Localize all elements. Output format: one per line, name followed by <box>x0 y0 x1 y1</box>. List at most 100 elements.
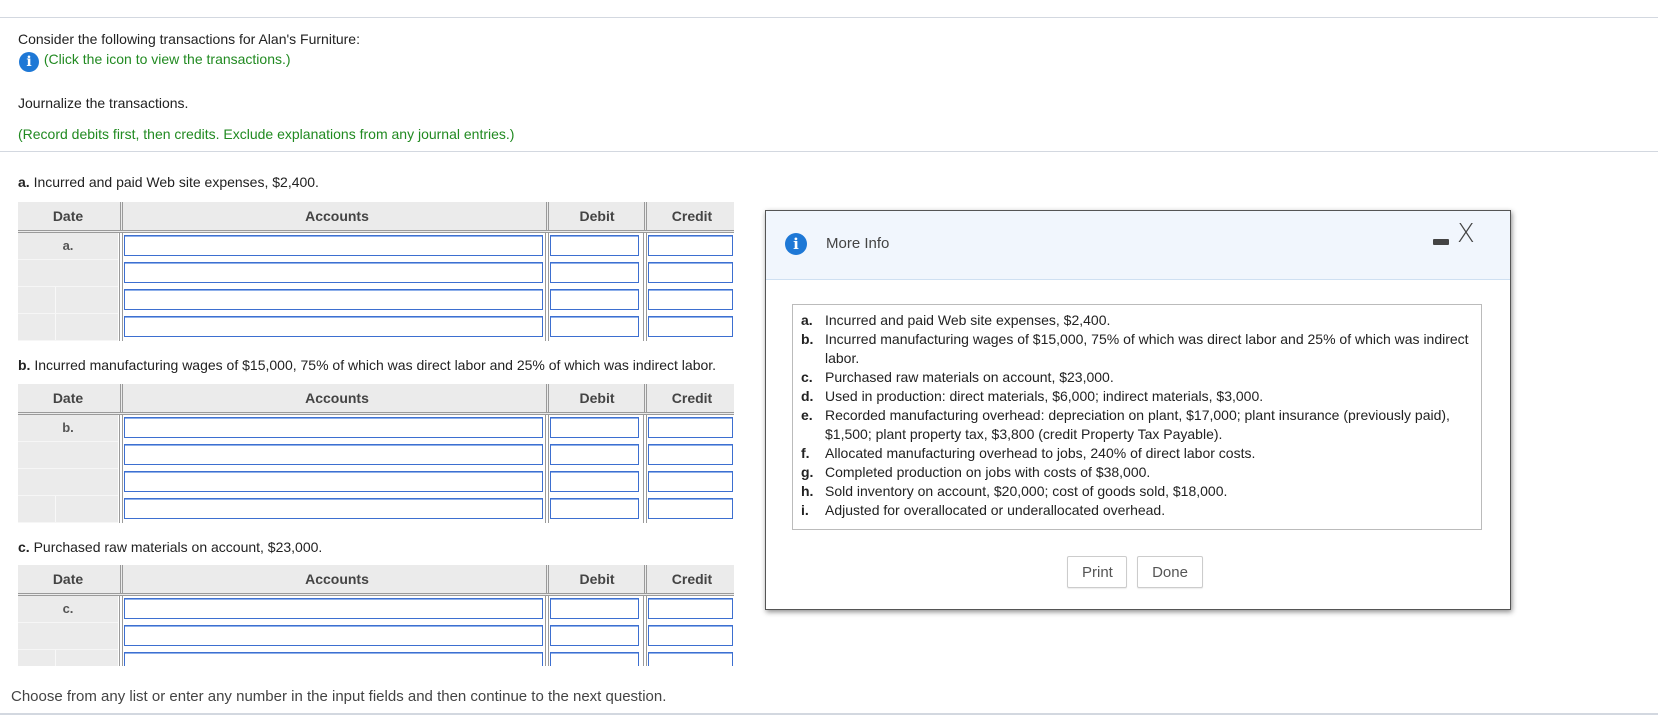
transaction-text: Purchased raw materials on account, $23,… <box>33 539 323 555</box>
item-text: Recorded manufacturing overhead: depreci… <box>825 407 1450 442</box>
account-input[interactable] <box>124 444 543 465</box>
transaction-label: a. <box>18 174 30 190</box>
item-text: Completed production on jobs with costs … <box>825 464 1151 480</box>
done-button[interactable]: Done <box>1137 556 1203 588</box>
account-input[interactable] <box>124 316 543 337</box>
info-link-row: i (Click the icon to view the transactio… <box>19 51 291 72</box>
date-cell: b. <box>18 415 118 442</box>
item-text: Used in production: direct materials, $6… <box>825 388 1264 404</box>
item-label: f. <box>801 445 810 461</box>
list-item: i. Adjusted for overallocated or underall… <box>801 501 1473 520</box>
debit-input[interactable] <box>550 625 639 646</box>
debit-input[interactable] <box>550 652 639 666</box>
account-input[interactable] <box>124 625 543 646</box>
credit-input[interactable] <box>648 262 733 283</box>
table-row <box>18 623 734 650</box>
transaction-text: Incurred manufacturing wages of $15,000,… <box>34 357 717 373</box>
debit-input[interactable] <box>550 316 639 337</box>
date-cell: a. <box>18 233 118 260</box>
credit-input[interactable] <box>648 471 733 492</box>
table-header: Date Accounts Debit Credit <box>18 384 734 415</box>
date-cell <box>18 260 118 287</box>
debit-input[interactable] <box>550 498 639 519</box>
header-date: Date <box>52 390 84 406</box>
instruction-text: Journalize the transactions. <box>18 95 189 111</box>
header-debit: Debit <box>546 202 645 230</box>
header-debit: Debit <box>546 384 645 412</box>
debit-input[interactable] <box>550 444 639 465</box>
header-debit: Debit <box>546 565 645 593</box>
debit-input[interactable] <box>550 262 639 283</box>
credit-input[interactable] <box>648 235 733 256</box>
account-input[interactable] <box>124 471 543 492</box>
date-cell <box>18 650 118 666</box>
header-date: Date <box>52 208 84 224</box>
list-item: h. Sold inventory on account, $20,000; co… <box>801 482 1473 501</box>
table-row <box>18 650 734 666</box>
debit-input[interactable] <box>550 471 639 492</box>
item-label: i. <box>801 502 809 518</box>
table-row <box>18 496 734 523</box>
footer-instruction: Choose from any list or enter any number… <box>11 688 667 705</box>
item-text: Incurred manufacturing wages of $15,000,… <box>825 331 1469 366</box>
credit-input[interactable] <box>648 598 733 619</box>
header-credit: Credit <box>644 565 734 593</box>
account-input[interactable] <box>124 262 543 283</box>
credit-input[interactable] <box>648 417 733 438</box>
table-row <box>18 442 734 469</box>
item-label: b. <box>801 331 814 347</box>
item-text: Adjusted for overallocated or underalloc… <box>825 502 1166 518</box>
list-item: c. Purchased raw materials on account, $2… <box>801 368 1473 387</box>
account-input[interactable] <box>124 417 543 438</box>
transaction-text: Incurred and paid Web site expenses, $2,… <box>33 174 319 190</box>
item-text: Purchased raw materials on account, $23,… <box>825 369 1114 385</box>
credit-input[interactable] <box>648 652 733 666</box>
item-label: h. <box>801 483 814 499</box>
debit-input[interactable] <box>550 289 639 310</box>
item-label: a. <box>801 312 813 328</box>
account-input[interactable] <box>124 289 543 310</box>
account-input[interactable] <box>124 498 543 519</box>
table-row: c. <box>18 596 734 623</box>
date-cell <box>18 469 118 496</box>
transaction-b-description: b. Incurred manufacturing wages of $15,0… <box>18 357 716 373</box>
list-item: e. Recorded manufacturing overhead: depre… <box>801 406 1473 444</box>
minimize-icon[interactable] <box>1433 239 1449 245</box>
info-icon[interactable]: i <box>19 52 39 72</box>
top-divider <box>0 17 1658 18</box>
header-credit: Credit <box>644 384 737 412</box>
debit-input[interactable] <box>550 417 639 438</box>
list-item: f. Allocated manufacturing overhead to jo… <box>801 444 1473 463</box>
credit-input[interactable] <box>648 444 733 465</box>
record-hint: (Record debits first, then credits. Excl… <box>18 126 515 142</box>
list-item: g. Completed production on jobs with cost… <box>801 463 1473 482</box>
account-input[interactable] <box>124 598 543 619</box>
table-row <box>18 314 734 341</box>
table-row <box>18 287 734 314</box>
credit-input[interactable] <box>648 316 733 337</box>
debit-input[interactable] <box>550 235 639 256</box>
account-input[interactable] <box>124 652 543 666</box>
date-cell: c. <box>18 596 118 623</box>
list-item: d. Used in production: direct materials, … <box>801 387 1473 406</box>
header-date: Date <box>52 571 84 587</box>
item-text: Sold inventory on account, $20,000; cost… <box>825 483 1228 499</box>
transaction-label: b. <box>18 357 31 373</box>
header-accounts: Accounts <box>120 384 551 412</box>
journal-table-c: Date Accounts Debit Credit c. <box>18 565 734 666</box>
credit-input[interactable] <box>648 289 733 310</box>
bottom-divider <box>0 713 1658 715</box>
transaction-label: c. <box>18 539 30 555</box>
debit-input[interactable] <box>550 598 639 619</box>
list-item: b. Incurred manufacturing wages of $15,00… <box>801 330 1473 368</box>
credit-input[interactable] <box>648 498 733 519</box>
more-info-dialog: i More Info X a. Incurred and paid Web si… <box>765 210 1511 610</box>
print-button[interactable]: Print <box>1067 556 1127 588</box>
account-input[interactable] <box>124 235 543 256</box>
dialog-header: i More Info X <box>766 211 1510 280</box>
header-accounts: Accounts <box>120 202 551 230</box>
credit-input[interactable] <box>648 625 733 646</box>
date-cell <box>18 287 118 314</box>
close-icon[interactable]: X <box>1457 219 1475 249</box>
table-row <box>18 469 734 496</box>
